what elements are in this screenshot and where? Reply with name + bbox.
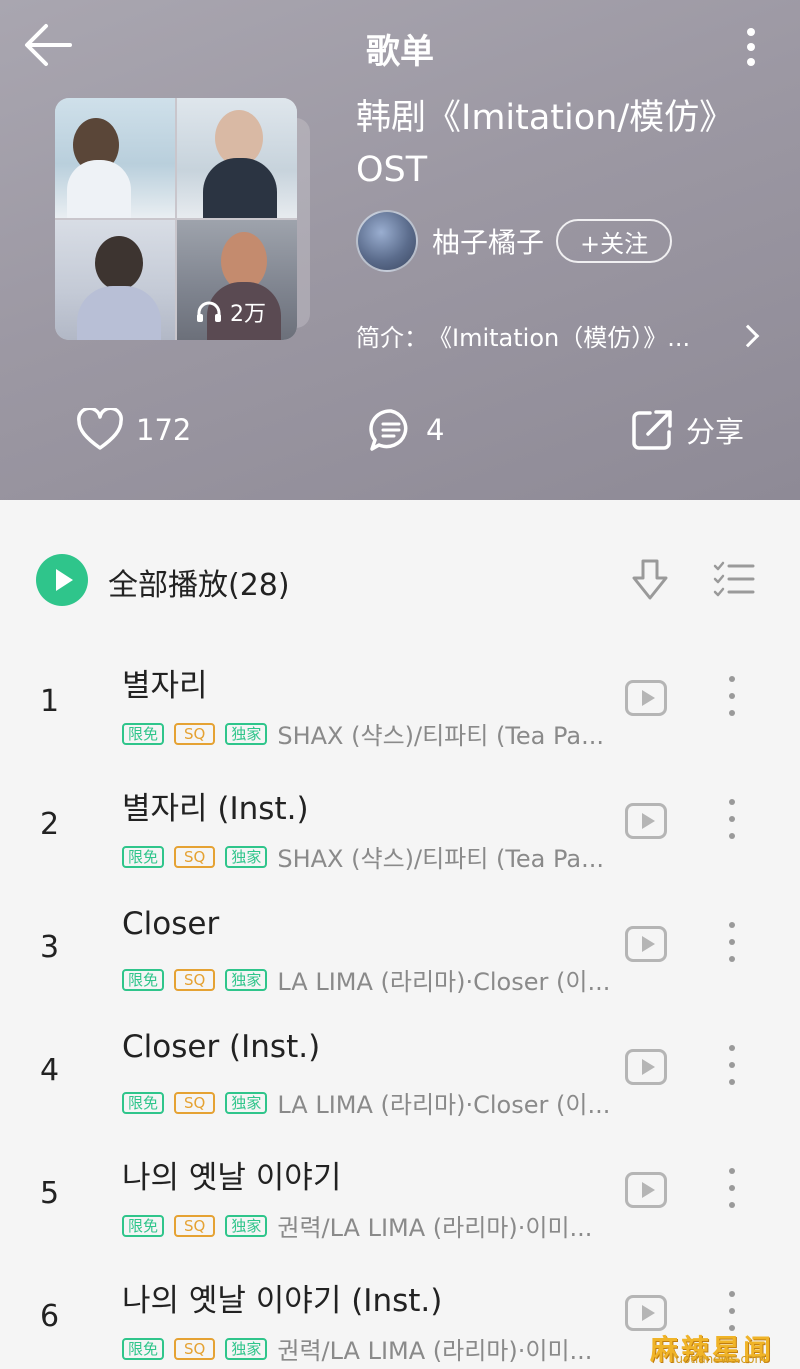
song-artist: 권력/LA LIMA (라리마)·이미... [277,1337,593,1365]
mv-play-icon[interactable] [625,926,667,962]
song-title: Closer [122,906,220,942]
cover-photo-3 [55,220,175,340]
play-all-label[interactable]: 全部播放(28) [108,560,290,604]
share-button[interactable]: 分享 [630,402,744,458]
song-title: Closer (Inst.) [122,1029,321,1065]
song-row[interactable]: 4 Closer (Inst.) 限免 SQ 独家 LA LIMA (라리마)·… [0,1025,800,1145]
playlist-header: 歌单 2万 韩剧《Imitation/模仿》OST 柚子橘子 +关注 简介： 《… [0,0,800,500]
song-more-icon[interactable] [722,676,742,716]
free-tag: 限免 [122,1214,165,1237]
chevron-right-icon [736,324,760,347]
playlist-intro[interactable]: 简介： 《Imitation（模仿）》... [356,318,760,353]
exclusive-tag: 独家 [225,1091,268,1114]
sq-tag: SQ [174,1214,216,1237]
comment-count: 4 [426,413,445,447]
free-tag: 限免 [122,1091,165,1114]
song-row[interactable]: 2 별자리 (Inst.) 限免 SQ 独家 SHAX (샥스)/티파티 (Te… [0,779,800,899]
like-count: 172 [136,413,192,447]
sq-tag: SQ [174,1091,216,1114]
sq-tag: SQ [174,845,216,868]
intro-text: 《Imitation（模仿）》... [428,324,691,352]
share-icon [632,410,672,450]
exclusive-tag: 独家 [225,968,268,991]
download-icon[interactable] [628,556,672,606]
page-title: 歌单 [366,32,434,72]
cover-photo-1 [55,98,175,218]
song-index: 5 [40,1176,60,1211]
share-label: 分享 [686,415,745,449]
song-more-icon[interactable] [722,1291,742,1331]
song-artist: LA LIMA (라리마)·Closer (이... [277,1091,611,1119]
free-tag: 限免 [122,968,165,991]
song-list-section: 全部播放(28) 1 별자리 限免 SQ 独家 SHAX (샥스)/티파티 (T… [0,500,800,1369]
mv-play-icon[interactable] [625,1049,667,1085]
sq-tag: SQ [174,968,216,991]
song-index: 3 [40,930,60,965]
song-artist: SHAX (샥스)/티파티 (Tea Pa... [277,722,605,750]
song-meta: 限免 SQ 独家 SHAX (샥스)/티파티 (Tea Pa... [122,716,620,751]
song-index: 1 [40,684,60,719]
song-meta: 限免 SQ 独家 LA LIMA (라리마)·Closer (이... [122,1085,620,1120]
multi-select-icon[interactable] [712,558,756,602]
play-count-value: 2万 [230,302,266,327]
song-title: 나의 옛날 이야기 (Inst.) [122,1283,443,1319]
sq-tag: SQ [174,722,216,745]
free-tag: 限免 [122,1337,165,1360]
intro-label: 简介： [356,324,428,352]
song-artist: SHAX (샥스)/티파티 (Tea Pa... [277,845,605,873]
creator-row: 柚子橘子 +关注 [356,210,673,272]
more-options-icon[interactable] [735,22,767,72]
free-tag: 限免 [122,722,165,745]
exclusive-tag: 独家 [225,1337,268,1360]
song-more-icon[interactable] [722,1168,742,1208]
song-meta: 限免 SQ 独家 SHAX (샥스)/티파티 (Tea Pa... [122,839,620,874]
exclusive-tag: 独家 [225,1214,268,1237]
exclusive-tag: 独家 [225,722,268,745]
song-row[interactable]: 1 별자리 限免 SQ 独家 SHAX (샥스)/티파티 (Tea Pa... [0,656,800,776]
mv-play-icon[interactable] [625,680,667,716]
song-index: 2 [40,807,60,842]
song-meta: 限免 SQ 独家 권력/LA LIMA (라리마)·이미... [122,1331,620,1366]
follow-button[interactable]: +关注 [556,219,673,263]
like-button[interactable]: 172 [76,402,191,458]
playlist-title: 韩剧《Imitation/模仿》OST [356,98,735,190]
song-row[interactable]: 5 나의 옛날 이야기 限免 SQ 独家 권력/LA LIMA (라리마)·이미… [0,1148,800,1268]
cover-photo-2 [177,98,297,218]
song-title: 나의 옛날 이야기 [122,1160,342,1196]
exclusive-tag: 独家 [225,845,268,868]
comment-icon [369,409,408,451]
sq-tag: SQ [174,1337,216,1360]
play-all-icon[interactable] [36,554,88,606]
comment-button[interactable]: 4 [368,402,444,458]
song-more-icon[interactable] [722,799,742,839]
play-all-row: 全部播放(28) [0,550,800,612]
song-row[interactable]: 3 Closer 限免 SQ 独家 LA LIMA (라리마)·Closer (… [0,902,800,1022]
play-count: 2万 [196,296,266,328]
song-index: 4 [40,1053,60,1088]
song-artist: 권력/LA LIMA (라리마)·이미... [277,1214,593,1242]
watermark-url: luotianews.com [672,1352,767,1366]
free-tag: 限免 [122,845,165,868]
creator-name[interactable]: 柚子橘子 [432,221,544,261]
song-meta: 限免 SQ 独家 LA LIMA (라리마)·Closer (이... [122,962,620,997]
mv-play-icon[interactable] [625,1172,667,1208]
song-index: 6 [40,1299,60,1334]
mv-play-icon[interactable] [625,1295,667,1331]
song-more-icon[interactable] [722,922,742,962]
creator-avatar[interactable] [356,210,418,272]
heart-icon [77,408,123,450]
song-title: 별자리 (Inst.) [122,791,309,827]
mv-play-icon[interactable] [625,803,667,839]
song-meta: 限免 SQ 独家 권력/LA LIMA (라리마)·이미... [122,1208,620,1243]
headphones-icon [197,301,221,322]
song-artist: LA LIMA (라리마)·Closer (이... [277,968,611,996]
song-more-icon[interactable] [722,1045,742,1085]
song-title: 별자리 [122,668,208,704]
